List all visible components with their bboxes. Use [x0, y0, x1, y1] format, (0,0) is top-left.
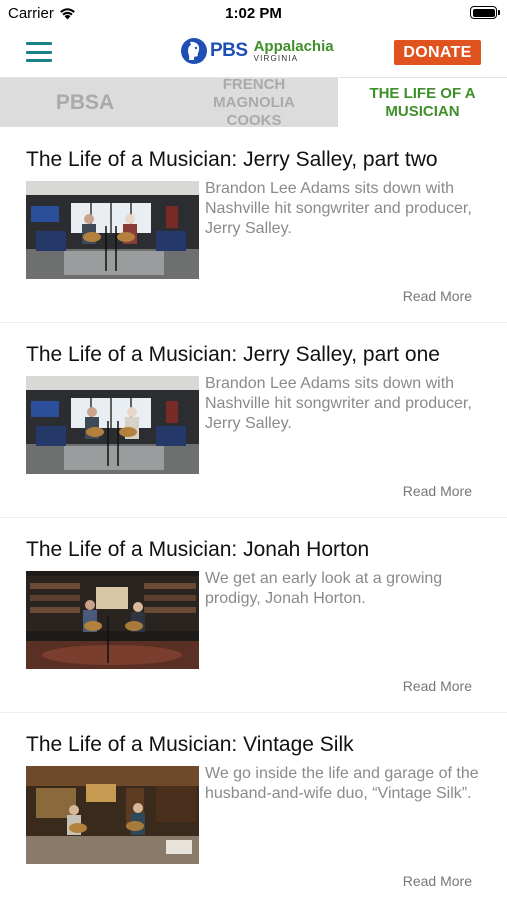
list-item[interactable]: The Life of a Musician: Vintage Silk We … — [0, 713, 507, 900]
article-title[interactable]: The Life of a Musician: Jerry Salley, pa… — [26, 343, 440, 367]
article-title[interactable]: The Life of a Musician: Jonah Horton — [26, 538, 369, 562]
read-more-link[interactable]: Read More — [403, 873, 472, 889]
list-item[interactable]: The Life of a Musician: Jerry Salley, pa… — [0, 128, 507, 323]
logo-station: Appalachia VIRGINIA — [254, 39, 334, 63]
tab-label: FRENCH MAGNOLIA COOKS — [213, 75, 295, 129]
app-header: PBS Appalachia VIRGINIA DONATE — [0, 28, 507, 78]
article-thumbnail[interactable] — [26, 766, 199, 864]
article-title[interactable]: The Life of a Musician: Vintage Silk — [26, 733, 354, 757]
tab-label: THE LIFE OF A MUSICIAN — [369, 84, 476, 120]
tab-life-of-a-musician[interactable]: THE LIFE OF A MUSICIAN — [338, 78, 507, 127]
pbs-appalachia-logo[interactable]: PBS Appalachia VIRGINIA — [181, 38, 334, 64]
hamburger-menu-icon[interactable] — [26, 42, 52, 62]
article-description: We get an early look at a growing prodig… — [205, 570, 443, 607]
read-more-link[interactable]: Read More — [403, 288, 472, 304]
status-bar: Carrier 1:02 PM — [0, 0, 507, 28]
article-title[interactable]: The Life of a Musician: Jerry Salley, pa… — [26, 148, 438, 172]
article-thumbnail[interactable] — [26, 571, 199, 669]
article-description: We go inside the life and garage of the … — [205, 765, 479, 802]
donate-button[interactable]: DONATE — [394, 40, 481, 65]
category-tabs: PBSA FRENCH MAGNOLIA COOKS THE LIFE OF A… — [0, 75, 507, 129]
logo-station-state: VIRGINIA — [253, 54, 299, 63]
battery-icon — [470, 6, 500, 19]
tab-pbsa[interactable]: PBSA — [0, 78, 170, 127]
pbs-head-icon — [181, 38, 207, 64]
article-thumbnail[interactable] — [26, 376, 199, 474]
read-more-link[interactable]: Read More — [403, 678, 472, 694]
logo-pbs-text: PBS — [210, 40, 248, 61]
battery-level — [472, 8, 495, 17]
article-description: Brandon Lee Adams sits down with Nashvil… — [205, 375, 472, 432]
status-time: 1:02 PM — [225, 5, 282, 22]
read-more-link[interactable]: Read More — [403, 483, 472, 499]
article-list: The Life of a Musician: Jerry Salley, pa… — [0, 128, 507, 900]
article-thumbnail[interactable] — [26, 181, 199, 279]
tab-french-magnolia-cooks[interactable]: FRENCH MAGNOLIA COOKS — [170, 75, 338, 129]
list-item[interactable]: The Life of a Musician: Jonah Horton We … — [0, 518, 507, 713]
article-description: Brandon Lee Adams sits down with Nashvil… — [205, 180, 472, 237]
logo-station-name: Appalachia — [253, 38, 334, 55]
list-item[interactable]: The Life of a Musician: Jerry Salley, pa… — [0, 323, 507, 518]
